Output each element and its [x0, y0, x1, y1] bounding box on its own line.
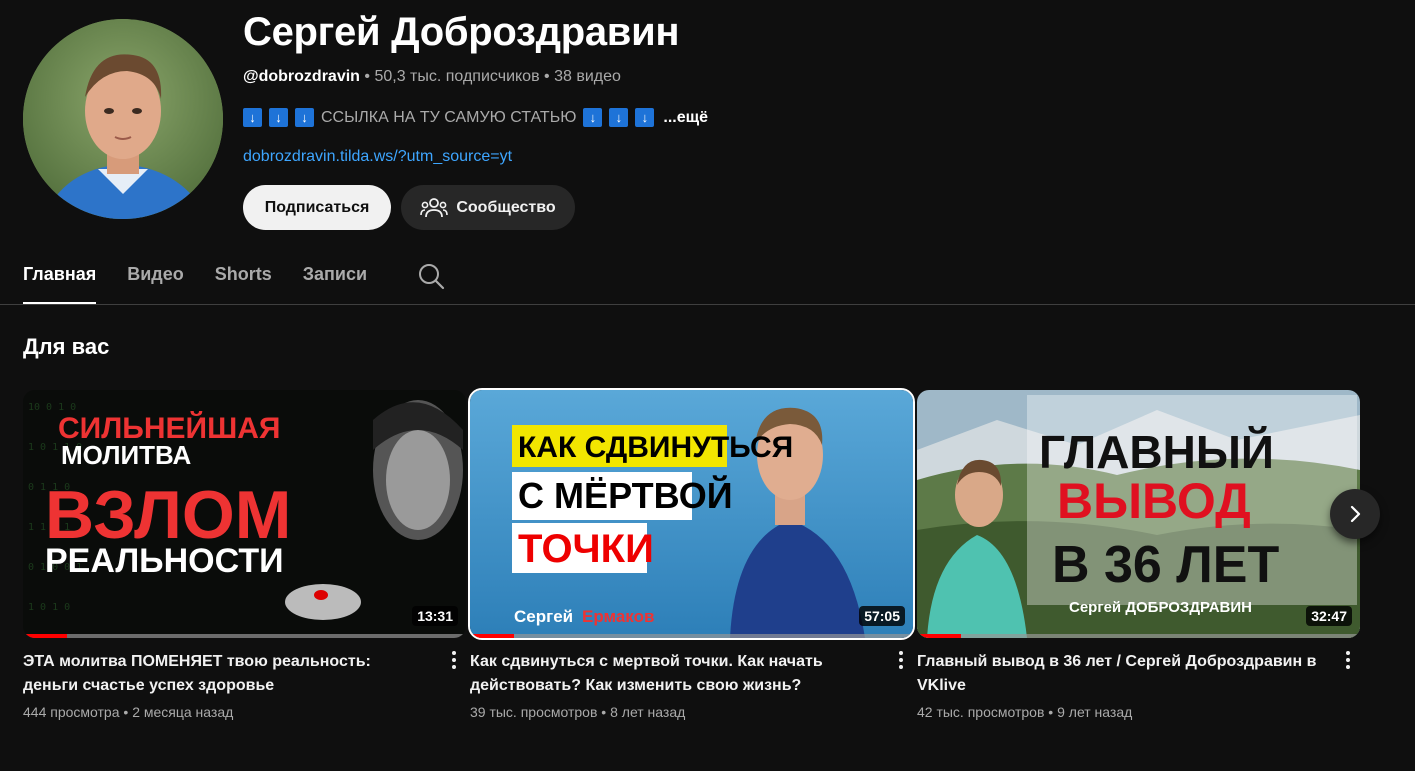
- video-title[interactable]: Как сдвинуться с мертвой точки. Как нача…: [470, 650, 875, 698]
- meta-separator: •: [123, 704, 129, 720]
- tab-home[interactable]: Главная: [23, 248, 97, 304]
- upload-age: 8 лет назад: [610, 704, 686, 720]
- section-title: Для вас: [23, 334, 110, 359]
- video-meta: 444 просмотра • 2 месяца назад: [23, 704, 466, 720]
- video-duration: 13:31: [412, 606, 458, 626]
- tabs-divider: [0, 304, 1415, 305]
- thumb-text: Сергей: [514, 607, 573, 626]
- thumb-text: В 36 ЛЕТ: [1052, 536, 1279, 594]
- search-icon: [419, 264, 445, 290]
- watch-progress-fill: [917, 634, 962, 638]
- video-meta: 42 тыс. просмотров • 9 лет назад: [917, 704, 1360, 720]
- chevron-right-icon: [1350, 505, 1361, 523]
- video-meta: 39 тыс. просмотров • 8 лет назад: [470, 704, 913, 720]
- view-count: 42 тыс. просмотров: [917, 704, 1045, 720]
- video-count: 38 видео: [554, 68, 621, 85]
- arrow-down-icon: ↓: [243, 108, 262, 127]
- thumb-text: ГЛАВНЫЙ: [1039, 426, 1274, 478]
- video-title[interactable]: Главный вывод в 36 лет / Сергей Доброздр…: [917, 650, 1322, 698]
- arrow-down-icon: ↓: [609, 108, 629, 127]
- community-icon: [420, 197, 449, 217]
- carousel-next-button[interactable]: [1330, 489, 1380, 539]
- thumb-text: ТОЧКИ: [518, 527, 654, 571]
- thumbnail-image: ГЛАВНЫЙ ВЫВОД В 36 ЛЕТ Сергей ДОБРОЗДРАВ…: [917, 390, 1360, 638]
- upload-age: 9 лет назад: [1057, 704, 1133, 720]
- video-title[interactable]: ЭТА молитва ПОМЕНЯЕТ твою реальность: де…: [23, 650, 428, 698]
- community-label: Сообщество: [456, 198, 556, 216]
- thumbnail-image: КАК СДВИНУТЬСЯ С МЁРТВОЙ ТОЧКИ Сергей Ер…: [470, 390, 913, 638]
- more-options-icon[interactable]: [1340, 648, 1356, 672]
- thumb-text: С МЁРТВОЙ: [518, 474, 733, 516]
- avatar-image: [23, 19, 223, 219]
- upload-age: 2 месяца назад: [132, 704, 234, 720]
- community-button[interactable]: Сообщество: [401, 185, 575, 230]
- thumb-text: Сергей ДОБРОЗДРАВИН: [1069, 599, 1252, 616]
- tab-videos[interactable]: Видео: [127, 248, 184, 304]
- thumb-text: МОЛИТВА: [61, 440, 192, 470]
- video-duration: 57:05: [859, 606, 905, 626]
- channel-link[interactable]: dobrozdravin.tilda.ws/?utm_source=yt: [243, 148, 512, 166]
- channel-description[interactable]: ↓ ↓ ↓ ССЫЛКА НА ТУ САМУЮ СТАТЬЮ ↓ ↓ ↓ ..…: [243, 108, 708, 127]
- svg-text:1 0 1 0: 1 0 1 0: [28, 602, 70, 613]
- video-thumbnail[interactable]: КАК СДВИНУТЬСЯ С МЁРТВОЙ ТОЧКИ Сергей Ер…: [468, 388, 915, 640]
- video-card[interactable]: 10 0 1 01 0 1 1 00 1 1 0 1 1 0 10 1 0 0 …: [23, 390, 466, 720]
- channel-name: Сергей Доброздравин: [243, 10, 680, 54]
- video-thumbnail[interactable]: ГЛАВНЫЙ ВЫВОД В 36 ЛЕТ Сергей ДОБРОЗДРАВ…: [917, 390, 1360, 638]
- meta-separator: •: [601, 704, 607, 720]
- channel-handle: @dobrozdravin: [243, 68, 360, 85]
- watch-progress-fill: [23, 634, 68, 638]
- view-count: 39 тыс. просмотров: [470, 704, 598, 720]
- thumb-text: КАК СДВИНУТЬСЯ: [518, 431, 793, 464]
- subscriber-count: 50,3 тыс. подписчиков: [374, 68, 540, 85]
- arrow-down-icon: ↓: [269, 108, 288, 127]
- meta-separator: •: [364, 68, 370, 85]
- channel-avatar[interactable]: [23, 19, 223, 219]
- video-duration: 32:47: [1306, 606, 1352, 626]
- more-options-icon[interactable]: [446, 648, 462, 672]
- more-options-icon[interactable]: [893, 648, 909, 672]
- arrow-down-icon: ↓: [295, 108, 314, 127]
- arrow-down-icon: ↓: [583, 108, 603, 127]
- description-text: ССЫЛКА НА ТУ САМУЮ СТАТЬЮ: [321, 108, 577, 126]
- tab-posts[interactable]: Записи: [303, 248, 367, 304]
- view-count: 444 просмотра: [23, 704, 120, 720]
- description-more-link[interactable]: ...ещё: [663, 109, 708, 127]
- thumb-text: Ермаков: [582, 607, 654, 626]
- thumb-text: ВЫВОД: [1057, 473, 1251, 529]
- video-card[interactable]: ГЛАВНЫЙ ВЫВОД В 36 ЛЕТ Сергей ДОБРОЗДРАВ…: [917, 390, 1360, 720]
- arrow-down-icon: ↓: [635, 108, 655, 127]
- watch-progress: [470, 634, 913, 638]
- meta-separator: •: [1048, 704, 1054, 720]
- channel-meta: @dobrozdravin • 50,3 тыс. подписчиков • …: [243, 68, 621, 86]
- video-thumbnail[interactable]: 10 0 1 01 0 1 1 00 1 1 0 1 1 0 10 1 0 0 …: [23, 390, 466, 638]
- tab-shorts[interactable]: Shorts: [215, 248, 272, 304]
- subscribe-button[interactable]: Подписаться: [243, 185, 391, 230]
- watch-progress-fill: [470, 634, 515, 638]
- channel-tabs: Главная Видео Shorts Записи: [23, 248, 445, 304]
- meta-separator: •: [544, 68, 550, 85]
- thumb-text: РЕАЛЬНОСТИ: [45, 542, 284, 580]
- video-card[interactable]: КАК СДВИНУТЬСЯ С МЁРТВОЙ ТОЧКИ Сергей Ер…: [468, 388, 915, 720]
- thumbnail-image: 10 0 1 01 0 1 1 00 1 1 0 1 1 0 10 1 0 0 …: [23, 390, 466, 638]
- watch-progress: [23, 634, 466, 638]
- search-button[interactable]: [417, 262, 445, 295]
- watch-progress: [917, 634, 1360, 638]
